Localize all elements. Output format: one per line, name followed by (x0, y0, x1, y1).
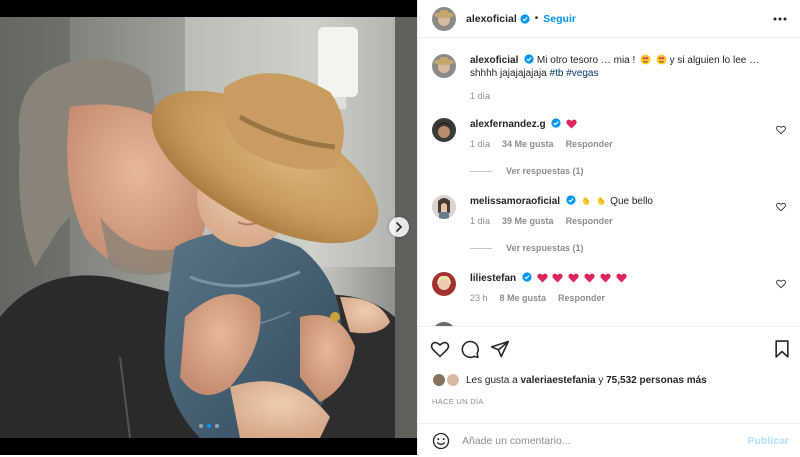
verified-badge-icon (524, 54, 534, 64)
red-heart-emoji-icon (568, 273, 579, 283)
red-heart-emoji-icon (566, 119, 577, 129)
comment-likes-count[interactable]: 39 Me gusta (502, 216, 554, 226)
replies-divider-line (470, 247, 492, 249)
comment-time[interactable]: 1 día (470, 216, 490, 226)
post-photo[interactable] (0, 17, 417, 438)
comment-like-heart-icon[interactable] (776, 125, 786, 135)
comment-text: melissamoraoficial Que bello (470, 195, 770, 208)
liker-username[interactable]: valeriaestefania (521, 375, 596, 386)
red-heart-emoji-icon (537, 273, 548, 283)
header-separator: • (534, 13, 539, 24)
comment-body-text: Que bello (610, 196, 653, 207)
comment-text: alexfernandez.g (470, 118, 770, 131)
commenter-username[interactable]: liliestefan (470, 273, 516, 284)
post-side-panel: alexoficial • Seguir alexoficial Mi otro… (417, 0, 800, 455)
verified-badge-icon (551, 118, 561, 128)
add-comment-bar: Publicar (418, 423, 800, 457)
heart-eyes-emoji-icon (656, 54, 667, 65)
red-heart-emoji-icon (552, 273, 564, 283)
caption-time[interactable]: 1 día (470, 91, 490, 101)
share-paper-plane-icon[interactable] (490, 339, 510, 359)
save-bookmark-icon[interactable] (772, 339, 792, 359)
view-replies-button[interactable]: Ver respuestas (1) (470, 243, 584, 253)
carousel-indicator (0, 424, 417, 428)
post-actions: Les gusta a valeriaestefania y 75,532 pe… (418, 326, 800, 456)
author-username[interactable]: alexoficial (466, 13, 517, 25)
verified-badge-icon (522, 272, 532, 282)
comment-text: liliestefan (470, 272, 770, 285)
post-time-ago[interactable]: HACE UN DÍA (432, 397, 484, 406)
like-heart-icon[interactable] (430, 339, 450, 359)
comment-time[interactable]: 1 día (470, 139, 490, 149)
red-heart-emoji-icon (615, 273, 627, 283)
carousel-dot (198, 424, 203, 428)
carousel-dot-active (206, 424, 211, 428)
comment-likes-count[interactable]: 8 Me gusta (500, 293, 547, 303)
comment-meta: 23 h 8 Me gusta Responder (470, 293, 605, 303)
comment-like-heart-icon[interactable] (776, 279, 786, 289)
replies-divider-line (470, 170, 492, 172)
red-heart-emoji-icon (600, 273, 611, 283)
likes-count[interactable]: 75,532 personas más (606, 375, 707, 386)
hashtag-link[interactable]: #vegas (566, 68, 598, 79)
comment-time[interactable]: 23 h (470, 293, 488, 303)
red-heart-emoji-icon (584, 273, 595, 283)
comment-meta: 1 día 39 Me gusta Responder (470, 216, 613, 226)
comment-like-heart-icon[interactable] (776, 202, 786, 212)
publish-button[interactable]: Publicar (748, 435, 789, 447)
carousel-dot (214, 424, 219, 428)
caption-text-part-2: y si alguien lo lee … (669, 55, 760, 66)
clapping-hands-emoji-icon (582, 196, 590, 206)
next-photo-button[interactable] (389, 217, 409, 237)
heart-eyes-emoji-icon (640, 54, 651, 65)
view-replies-label: Ver respuestas (1) (506, 166, 584, 176)
caption-meta: 1 día (470, 91, 490, 101)
view-replies-label: Ver respuestas (1) (506, 243, 584, 253)
verified-badge-icon (566, 195, 576, 205)
more-options-button[interactable] (771, 10, 789, 28)
reply-button[interactable]: Responder (558, 293, 605, 303)
more-horizontal-icon (773, 17, 787, 21)
view-replies-button[interactable]: Ver respuestas (1) (470, 166, 584, 176)
verified-badge-icon (520, 13, 530, 24)
reply-button[interactable]: Responder (566, 216, 613, 226)
caption-text-part-3: shhhh jajajajajaja (470, 68, 547, 79)
hashtag-link[interactable]: #tb (550, 68, 564, 79)
comment-input[interactable] (462, 434, 732, 447)
liker-avatar (432, 373, 446, 387)
clapping-hands-emoji-icon (598, 196, 605, 206)
comment-meta: 1 día 34 Me gusta Responder (470, 139, 613, 149)
comments-list: alexoficial Mi otro tesoro … mia ! y si … (418, 38, 800, 326)
caption-avatar[interactable] (432, 54, 456, 78)
commenter-avatar[interactable] (432, 118, 456, 142)
likes-connector: y (598, 374, 604, 386)
author-avatar[interactable] (432, 6, 456, 31)
follow-button[interactable]: Seguir (543, 13, 576, 25)
post-media (0, 0, 417, 455)
likes-prefix: Les gusta a (466, 374, 518, 386)
caption-text: alexoficial Mi otro tesoro … mia ! y si … (470, 54, 770, 80)
caption-username[interactable]: alexoficial (470, 55, 518, 66)
post-header: alexoficial • Seguir (418, 0, 800, 38)
chevron-right-icon (396, 222, 403, 232)
likes-summary: Les gusta a valeriaestefania y 75,532 pe… (432, 373, 707, 387)
comment-bubble-icon[interactable] (460, 339, 480, 359)
instagram-post: alexoficial • Seguir alexoficial Mi otro… (0, 0, 800, 455)
commenter-username[interactable]: alexfernandez.g (470, 119, 546, 130)
commenter-avatar[interactable] (432, 272, 456, 296)
liker-avatar (446, 373, 460, 387)
commenter-username[interactable]: melissamoraoficial (470, 196, 560, 207)
commenter-avatar[interactable] (432, 195, 456, 219)
reply-button[interactable]: Responder (566, 139, 613, 149)
liker-avatars[interactable] (432, 373, 462, 387)
caption-text-part-1: Mi otro tesoro … mia ! (536, 55, 636, 66)
emoji-picker-icon[interactable] (432, 432, 450, 450)
comment-likes-count[interactable]: 34 Me gusta (502, 139, 554, 149)
